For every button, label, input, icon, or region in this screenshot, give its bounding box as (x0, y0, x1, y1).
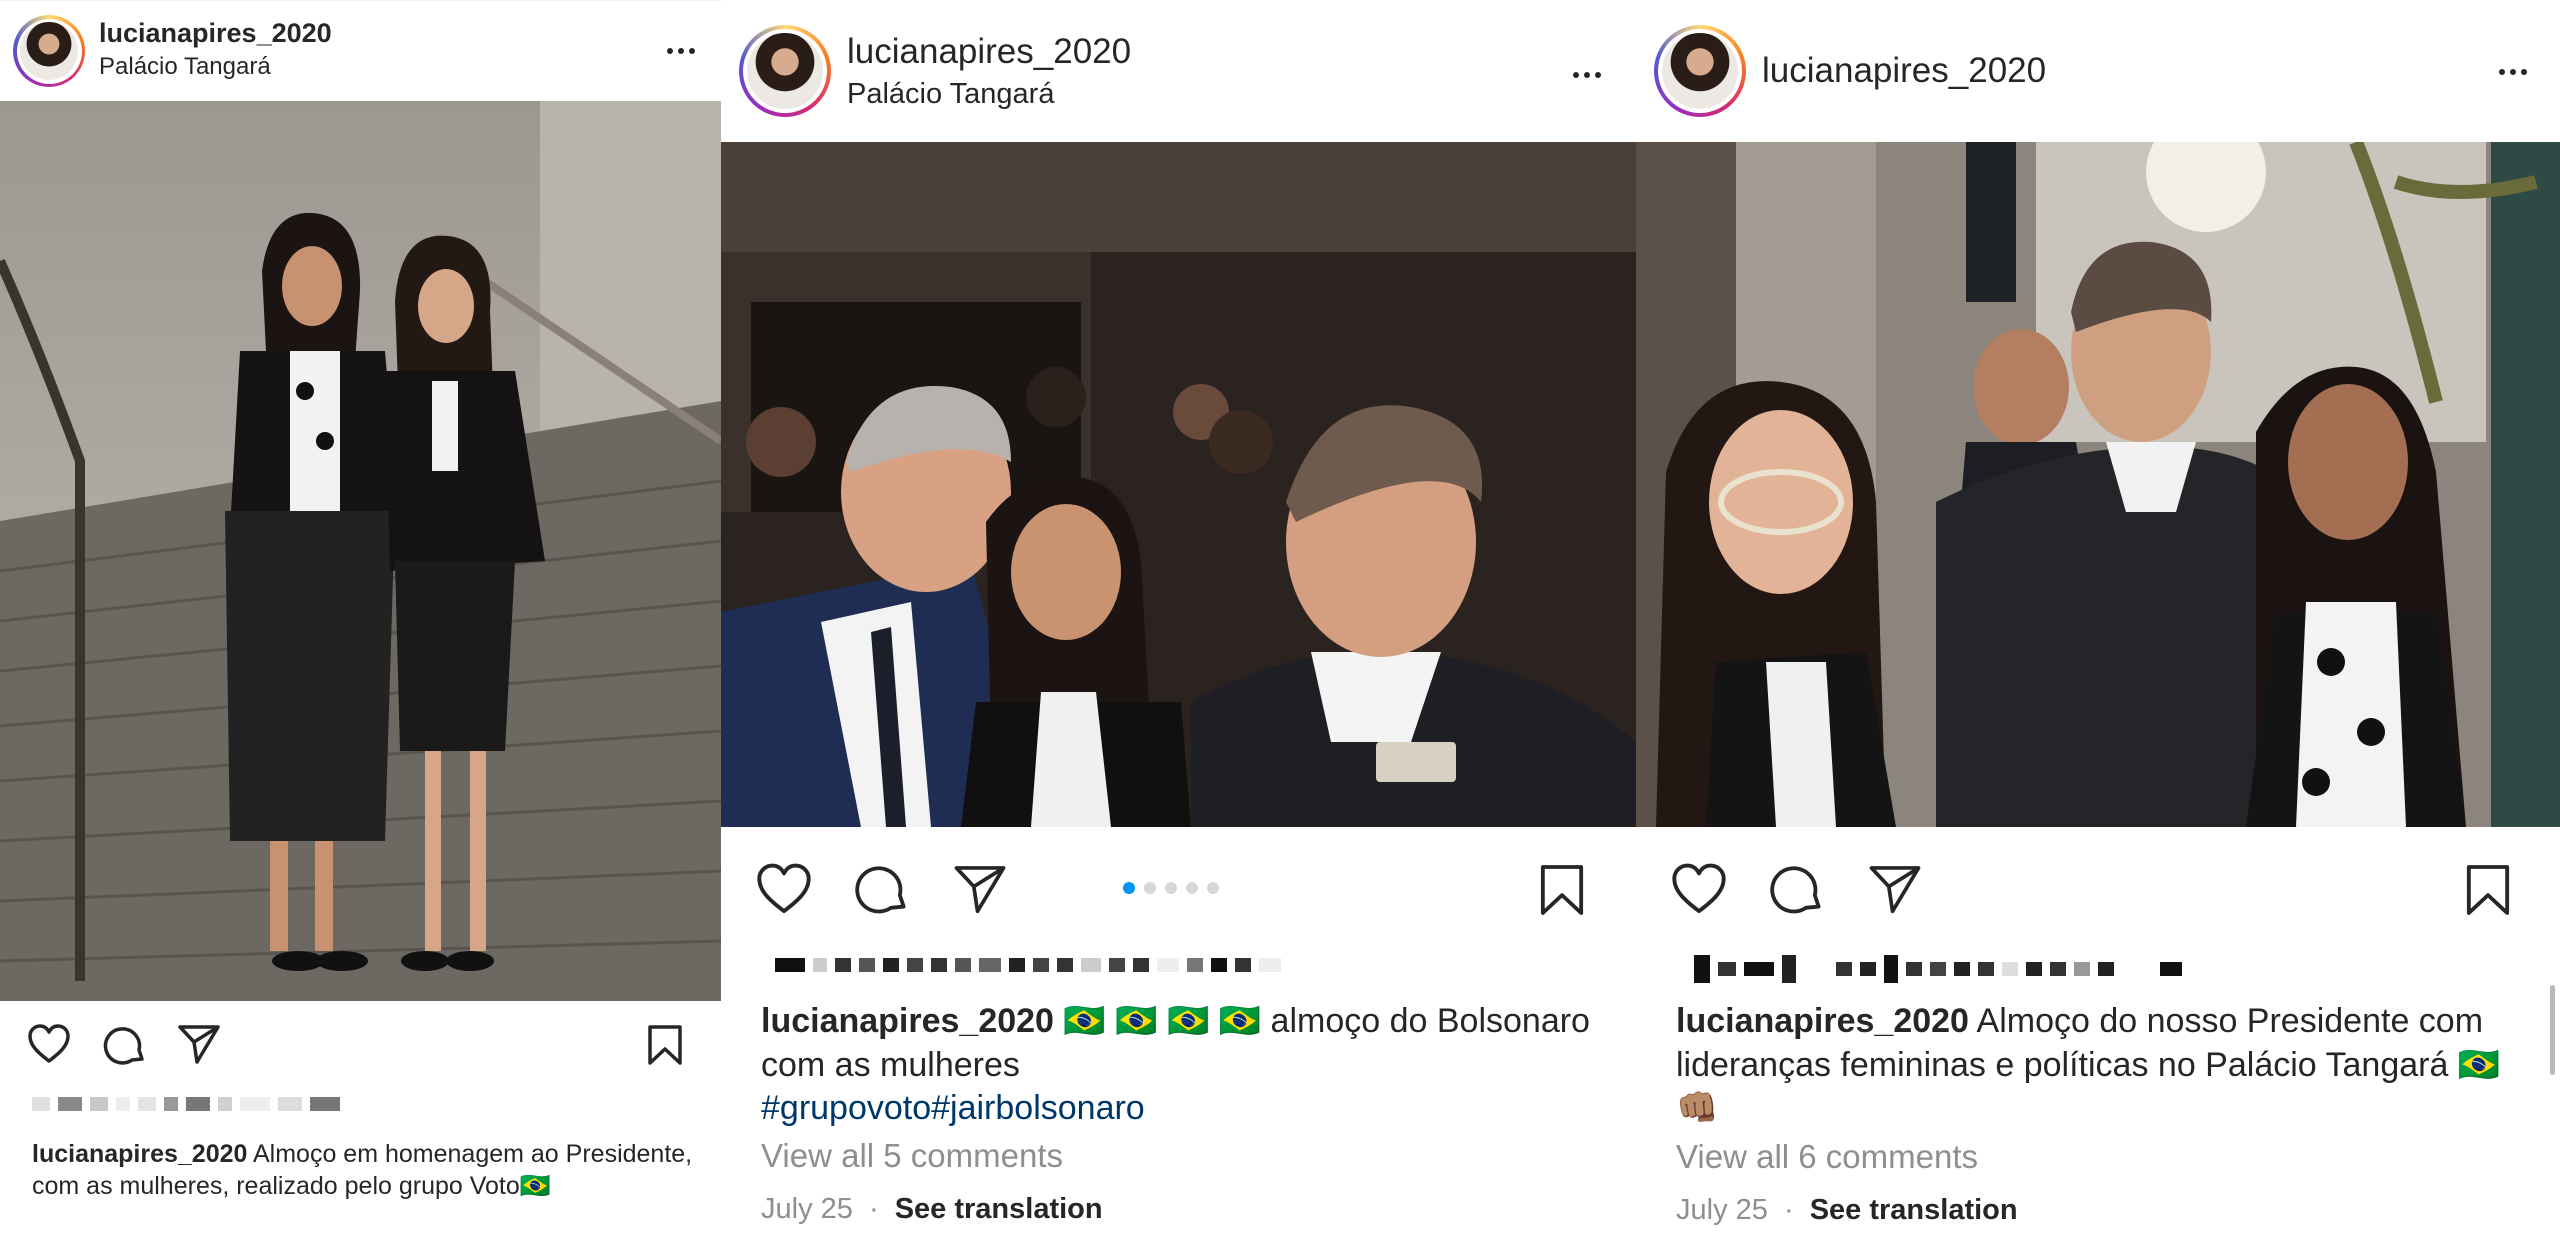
action-bar (0, 1001, 721, 1091)
avatar[interactable] (1654, 25, 1746, 117)
carousel-dot (1144, 882, 1156, 894)
view-all-comments[interactable]: View all 5 comments (761, 1137, 1063, 1175)
avatar[interactable] (739, 25, 831, 117)
more-options-icon[interactable] (1573, 72, 1601, 78)
location[interactable]: Palácio Tangará (847, 78, 1131, 111)
post-date: July 25 (761, 1193, 853, 1225)
see-translation-link[interactable]: See translation (1810, 1194, 2018, 1226)
carousel-dot (1123, 882, 1135, 894)
username[interactable]: lucianapires_2020 (847, 32, 1131, 72)
post-photo[interactable] (721, 142, 1636, 827)
location[interactable]: Palácio Tangará (99, 53, 332, 81)
view-all-comments[interactable]: View all 6 comments (1676, 1138, 1978, 1176)
caption-username[interactable]: lucianapires_2020 (761, 1002, 1054, 1040)
likes-row-redacted (775, 958, 1281, 972)
post-header: lucianapires_2020 (1636, 0, 2560, 142)
separator: · (1783, 1194, 1794, 1226)
scrollbar[interactable] (2550, 985, 2555, 1075)
likes-row-redacted (32, 1097, 340, 1111)
heart-icon[interactable] (755, 863, 813, 915)
more-options-icon[interactable] (667, 48, 695, 54)
see-translation-link[interactable]: See translation (895, 1193, 1103, 1225)
post-header: lucianapires_2020 Palácio Tangará (0, 0, 721, 101)
post-meta: July 25 · See translation (761, 1193, 1103, 1226)
action-bar (721, 827, 1636, 947)
bookmark-icon[interactable] (647, 1024, 683, 1066)
post-1: lucianapires_2020 Palácio Tangará lucian… (0, 0, 721, 1243)
paper-plane-icon[interactable] (1867, 863, 1923, 915)
photo-two-women-on-staircase (0, 101, 721, 1001)
post-2: lucianapires_2020 Palácio Tangará lucian… (721, 0, 1636, 1243)
paper-plane-icon[interactable] (177, 1023, 221, 1065)
heart-icon[interactable] (27, 1024, 71, 1064)
carousel-dot (1207, 882, 1219, 894)
post-meta: July 25 · See translation (1676, 1194, 2018, 1227)
likes-row-redacted (1694, 955, 2182, 983)
bookmark-icon[interactable] (1539, 863, 1585, 917)
username[interactable]: lucianapires_2020 (99, 18, 332, 49)
caption-username[interactable]: lucianapires_2020 (1676, 1002, 1969, 1040)
separator: · (868, 1193, 879, 1225)
action-bar (1636, 827, 2560, 947)
post-photo[interactable] (0, 101, 721, 1001)
photo-three-people-event (1636, 142, 2560, 827)
carousel-dot (1165, 882, 1177, 894)
paper-plane-icon[interactable] (952, 863, 1008, 915)
bookmark-icon[interactable] (2465, 863, 2511, 917)
caption: lucianapires_2020 🇧🇷 🇧🇷 🇧🇷 🇧🇷 almoço do … (761, 1000, 1611, 1131)
heart-icon[interactable] (1670, 863, 1728, 915)
carousel-indicator (1123, 882, 1219, 894)
post-3: lucianapires_2020 lucianapires_2020 Almo… (1636, 0, 2560, 1243)
avatar[interactable] (13, 15, 85, 87)
caption: lucianapires_2020 Almoço do nosso Presid… (1676, 1000, 2526, 1131)
hashtags[interactable]: #grupovoto#jairbolsonaro (761, 1089, 1145, 1127)
comment-bubble-icon[interactable] (103, 1024, 147, 1068)
comment-bubble-icon[interactable] (1769, 862, 1825, 918)
carousel-dot (1186, 882, 1198, 894)
more-options-icon[interactable] (2499, 69, 2527, 75)
post-date: July 25 (1676, 1194, 1768, 1226)
post-header: lucianapires_2020 Palácio Tangará (721, 0, 1636, 142)
post-photo[interactable] (1636, 142, 2560, 827)
photo-selfie-three-people (721, 142, 1636, 827)
username[interactable]: lucianapires_2020 (1762, 51, 2046, 91)
caption-username[interactable]: lucianapires_2020 (32, 1140, 247, 1168)
caption: lucianapires_2020 Almoço em homenagem ao… (32, 1138, 702, 1202)
comment-bubble-icon[interactable] (854, 862, 910, 918)
